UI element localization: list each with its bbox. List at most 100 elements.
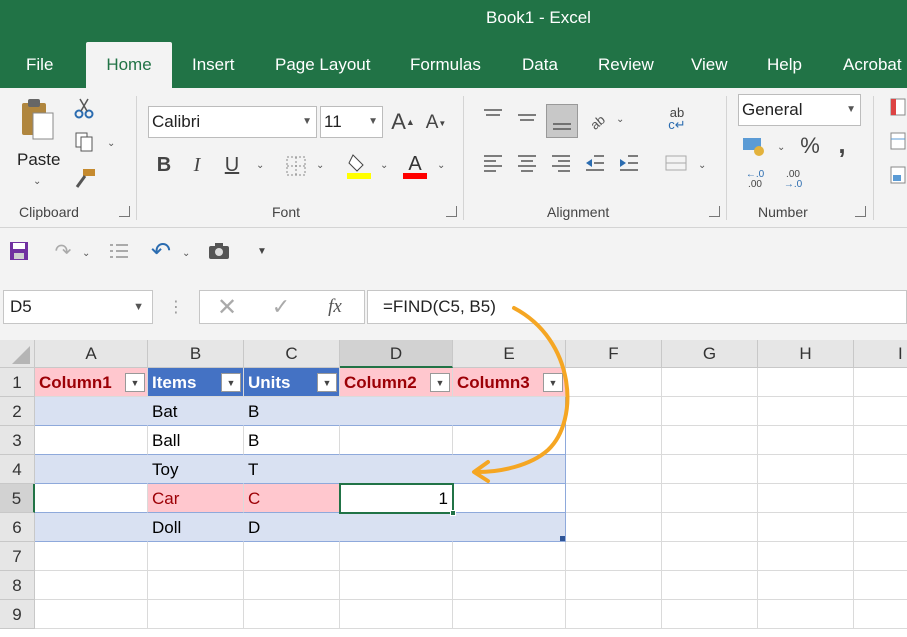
redo-dropdown-icon[interactable]: ⌄ [82,248,90,259]
worksheet-grid[interactable]: A B C D E F G H I 1 2 3 4 5 6 7 8 9 Colu… [0,306,907,637]
tab-home[interactable]: Home [86,42,172,88]
empty-cell[interactable] [244,542,340,571]
undo-icon[interactable]: ↶ [148,238,174,265]
filter-dropdown-icon[interactable]: ▼ [317,373,337,392]
tab-formulas[interactable]: Formulas [410,42,481,88]
empty-cell[interactable] [148,600,244,629]
paste-label[interactable]: Paste [17,150,60,170]
font-size-box[interactable]: 11 ▼ [320,106,383,138]
percent-button[interactable]: % [798,132,822,160]
tab-file[interactable]: File [26,42,53,88]
tab-review[interactable]: Review [598,42,654,88]
empty-cell[interactable] [662,571,758,600]
empty-cell[interactable] [758,571,854,600]
empty-cell[interactable] [662,542,758,571]
empty-cell[interactable] [566,542,662,571]
table-cell[interactable] [35,513,148,542]
row-header[interactable]: 1 [0,368,35,397]
column-header[interactable]: H [758,340,854,368]
tab-page-layout[interactable]: Page Layout [275,42,370,88]
tab-insert[interactable]: Insert [192,42,235,88]
column-header[interactable]: A [35,340,148,368]
copy-icon[interactable] [72,130,96,154]
cut-icon[interactable] [72,96,96,120]
borders-dropdown-icon[interactable]: ⌄ [316,160,324,171]
bottom-align-icon[interactable] [546,104,578,138]
empty-cell[interactable] [662,484,758,513]
empty-cell[interactable] [340,600,453,629]
empty-cell[interactable] [758,600,854,629]
decrease-font-icon[interactable]: A ▼ [424,110,448,136]
increase-indent-icon[interactable] [616,150,642,176]
select-all-button[interactable] [0,340,35,368]
customize-qat-icon[interactable]: ▼ [254,242,270,260]
font-launcher-icon[interactable] [446,206,457,217]
empty-cell[interactable] [854,600,907,629]
bold-button[interactable]: B [152,150,176,180]
row-header[interactable]: 8 [0,571,35,600]
save-icon[interactable] [8,240,30,262]
empty-cell[interactable] [340,571,453,600]
table-cell[interactable]: Doll [148,513,244,542]
list-icon[interactable] [106,240,132,262]
empty-cell[interactable] [854,484,907,513]
paste-icon[interactable] [18,96,58,146]
table-cell[interactable]: Car [148,484,244,513]
table-cell[interactable] [35,426,148,455]
tab-acrobat[interactable]: Acrobat [843,42,902,88]
redo-icon[interactable]: ↷ [50,240,76,263]
row-header[interactable]: 5 [0,484,35,513]
alignment-launcher-icon[interactable] [709,206,720,217]
empty-cell[interactable] [35,542,148,571]
empty-cell[interactable] [35,600,148,629]
font-color-icon[interactable]: A [400,150,430,180]
increase-font-icon[interactable]: A ▲ [391,108,415,136]
tab-help[interactable]: Help [767,42,802,88]
font-color-dropdown-icon[interactable]: ⌄ [437,160,445,171]
tab-data[interactable]: Data [522,42,558,88]
accounting-dropdown-icon[interactable]: ⌄ [777,142,785,153]
empty-cell[interactable] [566,571,662,600]
empty-cell[interactable] [148,542,244,571]
format-painter-icon[interactable] [72,166,98,190]
empty-cell[interactable] [453,571,566,600]
table-cell[interactable] [35,455,148,484]
empty-cell[interactable] [662,426,758,455]
empty-cell[interactable] [854,368,907,397]
table-cell[interactable] [35,484,148,513]
empty-cell[interactable] [244,600,340,629]
insert-function-button[interactable]: fx [320,293,350,321]
table-header-cell[interactable]: Items ▼ [148,368,244,397]
empty-cell[interactable] [758,513,854,542]
table-cell[interactable]: D [244,513,340,542]
merge-dropdown-icon[interactable]: ⌄ [698,160,706,171]
table-cell[interactable]: Bat [148,397,244,426]
clipboard-launcher-icon[interactable] [119,206,130,217]
middle-align-icon[interactable] [514,104,540,130]
empty-cell[interactable] [854,455,907,484]
empty-cell[interactable] [758,368,854,397]
empty-cell[interactable] [758,455,854,484]
table-cell[interactable]: Toy [148,455,244,484]
empty-cell[interactable] [758,484,854,513]
accounting-format-icon[interactable] [740,134,770,158]
table-cell[interactable]: B [244,397,340,426]
borders-icon[interactable] [282,152,310,180]
top-align-icon[interactable] [480,104,506,130]
table-cell[interactable] [35,397,148,426]
table-cell[interactable]: C [244,484,340,513]
increase-decimal-icon[interactable]: ←.0.00 [740,168,770,192]
name-box[interactable]: D5 ▼ [3,290,153,324]
fill-color-icon[interactable] [344,150,374,180]
decrease-decimal-icon[interactable]: .00 →.0 [778,168,808,192]
empty-cell[interactable] [148,571,244,600]
table-header-cell[interactable]: Column1 ▼ [35,368,148,397]
copy-dropdown-icon[interactable]: ⌄ [107,138,115,149]
empty-cell[interactable] [662,455,758,484]
empty-cell[interactable] [662,368,758,397]
align-center-icon[interactable] [514,150,540,176]
empty-cell[interactable] [662,397,758,426]
column-header[interactable]: G [662,340,758,368]
empty-cell[interactable] [340,542,453,571]
empty-cell[interactable] [854,542,907,571]
